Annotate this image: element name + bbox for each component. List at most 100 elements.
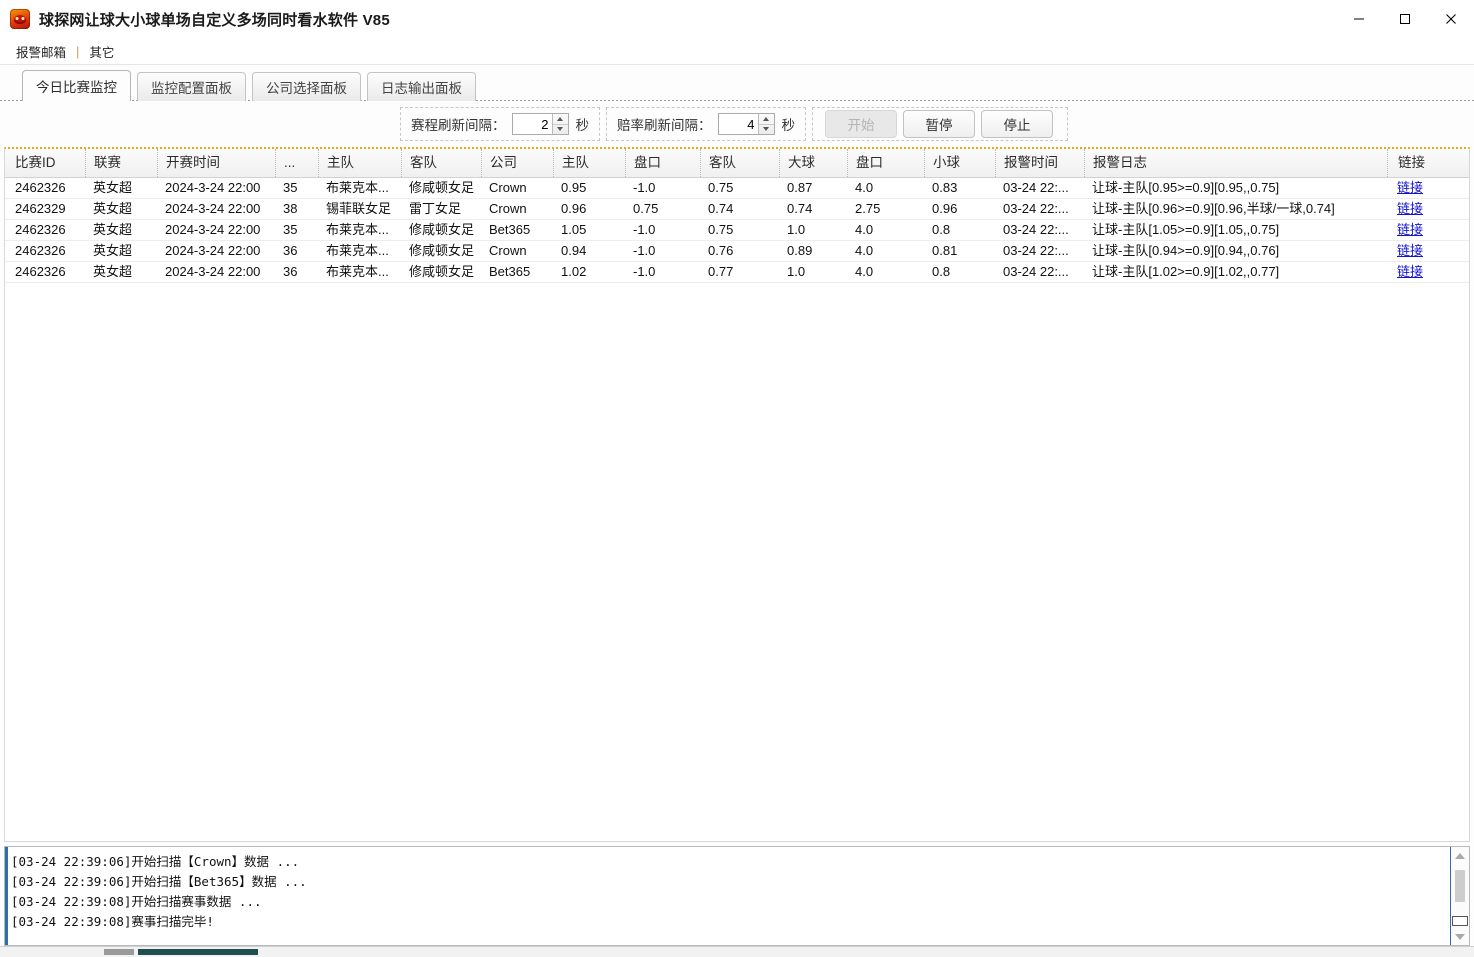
scroll-up-icon[interactable] bbox=[1451, 847, 1469, 864]
table-row[interactable]: 2462326英女超2024-3-24 22:0036布莱克本...修咸顿女足C… bbox=[5, 241, 1469, 262]
cell-match-id: 2462326 bbox=[5, 220, 85, 240]
tab-monitor-config-panel[interactable]: 监控配置面板 bbox=[137, 72, 246, 101]
cell-link[interactable]: 链接 bbox=[1387, 178, 1469, 198]
cell-link[interactable]: 链接 bbox=[1387, 199, 1469, 219]
col-header-alert-log[interactable]: 报警日志 bbox=[1084, 149, 1387, 177]
schedule-interval-stepper[interactable] bbox=[512, 113, 569, 135]
table-row[interactable]: 2462326英女超2024-3-24 22:0036布莱克本...修咸顿女足B… bbox=[5, 262, 1469, 283]
col-header-company[interactable]: 公司 bbox=[481, 149, 553, 177]
close-button[interactable] bbox=[1428, 0, 1474, 38]
col-header-start-time[interactable]: 开赛时间 bbox=[157, 149, 275, 177]
cell-minute: 35 bbox=[275, 178, 318, 198]
table-body: 2462326英女超2024-3-24 22:0035布莱克本...修咸顿女足C… bbox=[5, 178, 1469, 841]
cell-start-time: 2024-3-24 22:00 bbox=[157, 262, 275, 282]
stop-button[interactable]: 停止 bbox=[981, 110, 1053, 138]
cell-company: Bet365 bbox=[481, 220, 553, 240]
cell-away-team: 修咸顿女足 bbox=[401, 220, 481, 240]
col-header-home-team[interactable]: 主队 bbox=[318, 149, 401, 177]
tab-log-output-panel[interactable]: 日志输出面板 bbox=[367, 72, 476, 101]
cell-match-id: 2462329 bbox=[5, 199, 85, 219]
table-row[interactable]: 2462326英女超2024-3-24 22:0035布莱克本...修咸顿女足B… bbox=[5, 220, 1469, 241]
cell-home-team: 布莱克本... bbox=[318, 220, 401, 240]
menu-item-alert-mailbox[interactable]: 报警邮箱 bbox=[8, 40, 74, 63]
table-row[interactable]: 2462329英女超2024-3-24 22:0038锡菲联女足雷丁女足Crow… bbox=[5, 199, 1469, 220]
scroll-thumb[interactable] bbox=[1455, 870, 1465, 902]
cell-league: 英女超 bbox=[85, 241, 157, 261]
maximize-button[interactable] bbox=[1382, 0, 1428, 38]
col-header-match-id[interactable]: 比赛ID bbox=[5, 149, 85, 177]
schedule-stepper-buttons[interactable] bbox=[552, 114, 568, 134]
cell-start-time: 2024-3-24 22:00 bbox=[157, 178, 275, 198]
cell-start-time: 2024-3-24 22:00 bbox=[157, 241, 275, 261]
odds-stepper-up-icon[interactable] bbox=[759, 114, 774, 125]
col-header-link[interactable]: 链接 bbox=[1387, 149, 1469, 177]
cell-away-odds: 0.76 bbox=[700, 241, 779, 261]
menu-item-other[interactable]: 其它 bbox=[81, 40, 122, 63]
cell-company: Crown bbox=[481, 241, 553, 261]
tab-company-select-panel[interactable]: 公司选择面板 bbox=[252, 72, 361, 101]
col-header-away-odds[interactable]: 客队 bbox=[700, 149, 779, 177]
col-header-league[interactable]: 联赛 bbox=[85, 149, 157, 177]
link-anchor[interactable]: 链接 bbox=[1397, 201, 1423, 216]
application-window: 球探网让球大小球单场自定义多场同时看水软件 V85 报警邮箱 | 其它 今日比赛… bbox=[0, 0, 1474, 957]
cell-link[interactable]: 链接 bbox=[1387, 262, 1469, 282]
cell-over: 1.0 bbox=[779, 220, 847, 240]
table-header-row: 比赛ID 联赛 开赛时间 ... 主队 客队 公司 主队 盘口 客队 大球 盘口… bbox=[5, 149, 1469, 178]
odds-interval-unit: 秒 bbox=[782, 114, 796, 134]
log-text-area[interactable]: [03-24 22:39:06]开始扫描【Crown】数据 ...[03-24 … bbox=[5, 847, 1450, 945]
devil-app-icon bbox=[10, 9, 30, 29]
cell-under: 0.81 bbox=[924, 241, 995, 261]
cell-over: 1.0 bbox=[779, 262, 847, 282]
title-bar: 球探网让球大小球单场自定义多场同时看水软件 V85 bbox=[0, 0, 1474, 39]
col-header-minute[interactable]: ... bbox=[275, 149, 318, 177]
cell-handicap: -1.0 bbox=[625, 262, 700, 282]
col-header-alert-time[interactable]: 报警时间 bbox=[995, 149, 1084, 177]
link-anchor[interactable]: 链接 bbox=[1397, 264, 1423, 279]
odds-stepper-down-icon[interactable] bbox=[759, 125, 774, 135]
start-button[interactable]: 开始 bbox=[825, 110, 897, 138]
cell-under: 0.96 bbox=[924, 199, 995, 219]
col-header-away-team[interactable]: 客队 bbox=[401, 149, 481, 177]
col-header-over[interactable]: 大球 bbox=[779, 149, 847, 177]
cell-home-odds: 0.95 bbox=[553, 178, 625, 198]
cell-start-time: 2024-3-24 22:00 bbox=[157, 220, 275, 240]
taskbar-item-a[interactable] bbox=[104, 949, 134, 955]
col-header-under[interactable]: 小球 bbox=[924, 149, 995, 177]
taskbar-sliver bbox=[0, 946, 1474, 957]
cell-handicap: -1.0 bbox=[625, 220, 700, 240]
link-anchor[interactable]: 链接 bbox=[1397, 222, 1423, 237]
link-anchor[interactable]: 链接 bbox=[1397, 243, 1423, 258]
cell-alert-time: 03-24 22:... bbox=[995, 262, 1084, 282]
cell-link[interactable]: 链接 bbox=[1387, 220, 1469, 240]
col-header-handicap[interactable]: 盘口 bbox=[625, 149, 700, 177]
cell-league: 英女超 bbox=[85, 262, 157, 282]
cell-alert-log: 让球-主队[0.96>=0.9][0.96,半球/一球,0.74] bbox=[1084, 199, 1387, 219]
schedule-interval-input[interactable] bbox=[513, 114, 552, 134]
odds-interval-stepper[interactable] bbox=[718, 113, 775, 135]
schedule-stepper-down-icon[interactable] bbox=[553, 125, 568, 135]
schedule-stepper-up-icon[interactable] bbox=[553, 114, 568, 125]
taskbar-item-b[interactable] bbox=[138, 949, 258, 955]
minimize-button[interactable] bbox=[1336, 0, 1382, 38]
col-header-ou-line[interactable]: 盘口 bbox=[847, 149, 924, 177]
cell-handicap: -1.0 bbox=[625, 241, 700, 261]
col-header-home-odds[interactable]: 主队 bbox=[553, 149, 625, 177]
cell-company: Crown bbox=[481, 199, 553, 219]
window-title: 球探网让球大小球单场自定义多场同时看水软件 V85 bbox=[39, 9, 390, 30]
table-row[interactable]: 2462326英女超2024-3-24 22:0035布莱克本...修咸顿女足C… bbox=[5, 178, 1469, 199]
link-anchor[interactable]: 链接 bbox=[1397, 180, 1423, 195]
pause-button[interactable]: 暂停 bbox=[903, 110, 975, 138]
cell-link[interactable]: 链接 bbox=[1387, 241, 1469, 261]
cell-company: Bet365 bbox=[481, 262, 553, 282]
odds-interval-input[interactable] bbox=[719, 114, 758, 134]
odds-interval-label: 赔率刷新间隔： bbox=[617, 114, 712, 134]
scroll-track[interactable] bbox=[1451, 864, 1469, 928]
scroll-down-icon[interactable] bbox=[1451, 928, 1469, 945]
odds-stepper-buttons[interactable] bbox=[758, 114, 774, 134]
tab-today-match-monitor[interactable]: 今日比赛监控 bbox=[22, 70, 131, 101]
log-vertical-scrollbar[interactable] bbox=[1450, 847, 1469, 945]
cell-home-team: 布莱克本... bbox=[318, 241, 401, 261]
cell-over: 0.89 bbox=[779, 241, 847, 261]
cell-ou-line: 2.75 bbox=[847, 199, 924, 219]
cell-match-id: 2462326 bbox=[5, 262, 85, 282]
